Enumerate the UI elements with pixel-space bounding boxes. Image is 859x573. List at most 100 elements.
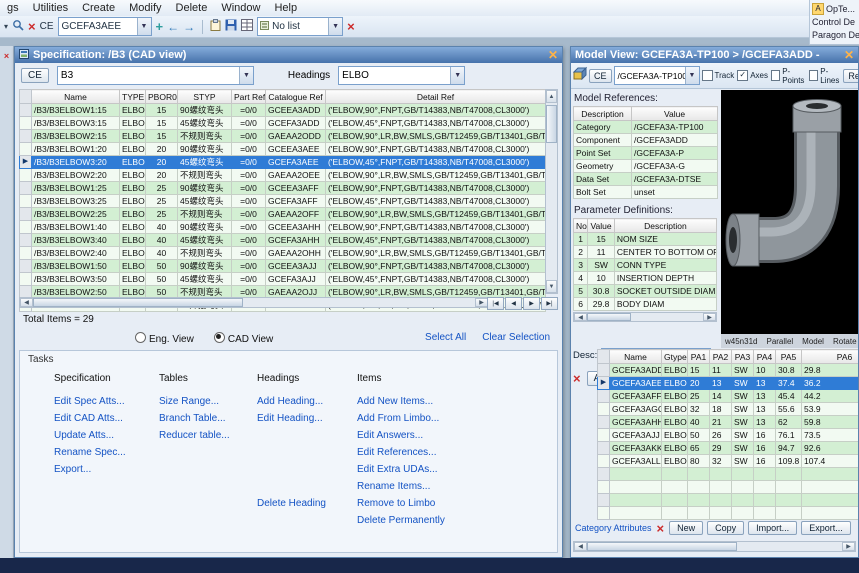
table-row[interactable]: Bolt Setunset: [574, 186, 718, 199]
table-row[interactable]: /B3/B3ELBOW1:50ELBO5090螺纹弯头=0/0GCEEA3AJJ…: [20, 260, 546, 273]
3d-viewport[interactable]: [721, 90, 858, 334]
viewport-mode-label[interactable]: Model: [802, 337, 824, 346]
close-icon[interactable]: ×: [4, 51, 9, 61]
column-header[interactable]: PBOR0: [146, 90, 178, 104]
ce-button[interactable]: CE: [21, 68, 49, 83]
checkbox-track[interactable]: Track: [702, 70, 735, 81]
column-header[interactable]: Value: [588, 219, 615, 233]
chevron-down-icon[interactable]: ▼: [450, 67, 464, 84]
grid-icon[interactable]: [241, 19, 253, 34]
task-link[interactable]: Add Heading...: [257, 396, 357, 413]
task-link[interactable]: Add From Limbo...: [357, 413, 549, 430]
category-attributes-link[interactable]: Category Attributes: [575, 523, 652, 533]
menu-item[interactable]: Utilities: [26, 2, 75, 14]
clear-selection-link[interactable]: Clear Selection: [482, 332, 550, 343]
clipboard-icon[interactable]: [210, 19, 221, 34]
task-link[interactable]: Add New Items...: [357, 396, 549, 413]
task-link[interactable]: Edit References...: [357, 447, 549, 464]
spec-window-titlebar[interactable]: Specification: /B3 (CAD view) ✕: [15, 47, 562, 63]
table-row[interactable]: /B3/B3ELBOW2:40ELBO40不规则弯头=0/0GAEAA2OHH(…: [20, 247, 546, 260]
task-link[interactable]: Rename Spec...: [54, 447, 159, 464]
task-link[interactable]: Export...: [54, 464, 159, 481]
menu-item[interactable]: Modify: [122, 2, 168, 14]
scroll-up-icon[interactable]: ▲: [546, 90, 557, 103]
table-row[interactable]: /B3/B3ELBOW1:20ELBO2090螺纹弯头=0/0GCEEA3AEE…: [20, 143, 546, 156]
table-row[interactable]: GCEFA3AFFELBO2514SW1345.444.2: [598, 390, 859, 403]
chevron-down-icon[interactable]: ▼: [328, 18, 342, 35]
model-horizontal-scrollbar[interactable]: ◀ ▶: [573, 541, 856, 552]
table-row[interactable]: 211CENTER TO BOTTOM OF FACE: [574, 246, 717, 259]
model-view-icon[interactable]: [573, 66, 587, 85]
search-icon[interactable]: [12, 19, 24, 34]
category-action-button[interactable]: Copy: [707, 521, 744, 535]
scroll-thumb[interactable]: [546, 105, 557, 143]
last-record-icon[interactable]: ▶|: [541, 297, 558, 310]
column-header[interactable]: Part Ref: [232, 90, 266, 104]
task-link[interactable]: Edit Extra UDAs...: [357, 464, 549, 481]
table-row[interactable]: /B3/B3ELBOW3:40ELBO4045螺纹弯头=0/0GCEFA3AHH…: [20, 234, 546, 247]
table-row[interactable]: /B3/B3ELBOW3:15ELBO1545螺纹弯头=0/0GCEFA3ADD…: [20, 117, 546, 130]
reset-button[interactable]: Re: [843, 69, 859, 83]
table-row[interactable]: /B3/B3ELBOW1:40ELBO4090螺纹弯头=0/0GCEEA3AHH…: [20, 221, 546, 234]
list-selector-combo[interactable]: No list ▼: [257, 17, 343, 36]
task-link[interactable]: Remove to Limbo: [357, 498, 549, 515]
table-row[interactable]: 3SWCONN TYPE: [574, 259, 717, 272]
close-icon[interactable]: ✕: [548, 49, 558, 61]
dock-item-control[interactable]: Control De: [812, 15, 859, 28]
chevron-down-icon[interactable]: ▼: [685, 67, 699, 84]
task-link[interactable]: Size Range...: [159, 396, 257, 413]
task-link[interactable]: Edit Answers...: [357, 430, 549, 447]
task-link[interactable]: Delete Heading: [257, 498, 357, 515]
column-header[interactable]: STYP: [178, 90, 232, 104]
viewport-mode-label[interactable]: Parallel: [766, 337, 793, 346]
cad-view-radio[interactable]: CAD View: [214, 332, 273, 345]
column-header[interactable]: Name: [32, 90, 120, 104]
model-window-titlebar[interactable]: Model View: GCEFA3A-TP100 > /GCEFA3ADD -…: [571, 47, 858, 63]
eng-view-radio[interactable]: Eng. View: [135, 332, 194, 345]
add-icon[interactable]: +: [156, 19, 164, 34]
table-row[interactable]: 629.8BODY DIAM: [574, 298, 717, 311]
column-header[interactable]: PA3: [732, 350, 754, 364]
checkbox-p-lines[interactable]: P-Lines: [809, 67, 841, 85]
table-row[interactable]: ▶GCEFA3AEEELBO2013SW1337.436.2: [598, 377, 859, 390]
prev-record-icon[interactable]: ◀: [505, 297, 522, 310]
parameters-horizontal-scrollbar[interactable]: ◀ ▶: [573, 312, 717, 322]
menu-item[interactable]: Help: [267, 2, 304, 14]
select-all-link[interactable]: Select All: [425, 332, 466, 343]
task-link[interactable]: Branch Table...: [159, 413, 257, 430]
collapsed-panel-strip[interactable]: ×: [0, 46, 14, 558]
ce-button[interactable]: CE: [589, 69, 612, 83]
table-row[interactable]: /B3/B3ELBOW2:15ELBO15不规则弯头=0/0GAEAA2ODD(…: [20, 130, 546, 143]
spec-combo[interactable]: B3 ▼: [57, 66, 254, 85]
column-header[interactable]: Gtype: [662, 350, 688, 364]
forward-icon[interactable]: →: [183, 20, 195, 34]
scroll-left-icon[interactable]: ◀: [574, 542, 587, 551]
column-header[interactable]: Detail Ref: [326, 90, 546, 104]
checkbox-p-points[interactable]: P-Points: [771, 67, 806, 85]
back-icon[interactable]: ←: [167, 20, 179, 34]
table-row[interactable]: GCEFA3AJJELBO5026SW1676.173.5: [598, 429, 859, 442]
column-header[interactable]: Value: [632, 107, 718, 121]
discard-icon[interactable]: ×: [573, 372, 581, 385]
column-header[interactable]: PA4: [754, 350, 776, 364]
checkbox-axes[interactable]: ✓Axes: [737, 70, 768, 81]
scroll-right-icon[interactable]: ▶: [842, 542, 855, 551]
column-header[interactable]: PA5: [776, 350, 802, 364]
column-header[interactable]: Description: [614, 219, 716, 233]
task-link[interactable]: Edit Heading...: [257, 413, 357, 430]
table-row[interactable]: /B3/B3ELBOW3:25ELBO2545螺纹弯头=0/0GCEFA3AFF…: [20, 195, 546, 208]
chevron-down-icon[interactable]: ▼: [137, 18, 151, 35]
scroll-thumb[interactable]: [33, 298, 243, 307]
table-row[interactable]: /B3/B3ELBOW2:20ELBO20不规则弯头=0/0GAEAA2OEE(…: [20, 169, 546, 182]
table-row[interactable]: Data Set/GCEFA3A-DTSE: [574, 173, 718, 186]
table-row[interactable]: Geometry/GCEFA3A-G: [574, 160, 718, 173]
column-header[interactable]: TYPE: [120, 90, 146, 104]
menu-item[interactable]: Create: [75, 2, 122, 14]
task-link[interactable]: Update Atts...: [54, 430, 159, 447]
table-row[interactable]: GCEFA3ALLELBO8032SW16109.8107.4: [598, 455, 859, 468]
clear-icon[interactable]: ×: [28, 20, 36, 33]
table-row[interactable]: 410INSERTION DEPTH: [574, 272, 717, 285]
scroll-down-icon[interactable]: ▼: [546, 280, 557, 293]
spec-vertical-scrollbar[interactable]: ▲ ▼: [545, 89, 558, 294]
menu-item[interactable]: gs: [0, 2, 26, 14]
